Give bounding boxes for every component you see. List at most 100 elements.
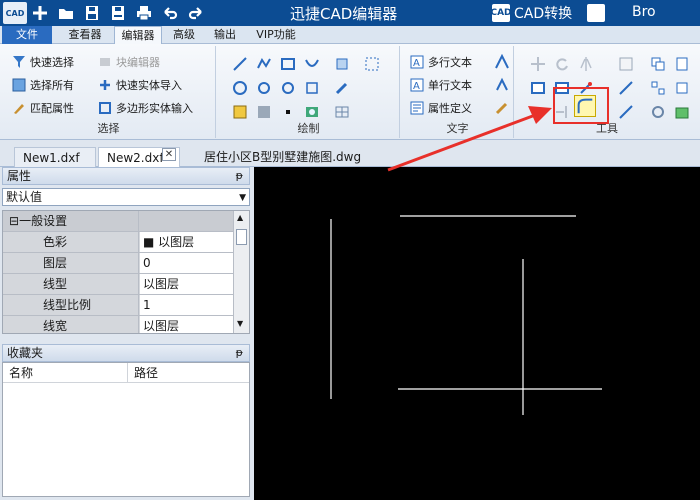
- category-label: 一般设置: [19, 214, 68, 228]
- property-value[interactable]: 以图层: [140, 316, 233, 333]
- clean-icon[interactable]: [674, 104, 690, 120]
- circle-icon[interactable]: [232, 80, 248, 96]
- gradient-icon[interactable]: [256, 104, 272, 120]
- line-icon[interactable]: [232, 56, 248, 72]
- property-key: 图层: [3, 253, 139, 273]
- scroll-up-icon[interactable]: ▲: [237, 213, 243, 222]
- pen-icon[interactable]: [334, 80, 350, 96]
- quick-select-button[interactable]: 快速选择: [12, 54, 74, 70]
- scale-icon[interactable]: [618, 80, 634, 96]
- trim-icon[interactable]: [530, 104, 546, 120]
- tab-advanced[interactable]: 高级: [166, 26, 202, 44]
- block-editor-button[interactable]: 块编辑器: [98, 54, 160, 70]
- properties-icon[interactable]: [618, 56, 634, 72]
- scrollbar[interactable]: ▲ ▼: [233, 211, 249, 333]
- gear-icon[interactable]: [650, 104, 666, 120]
- tab-file[interactable]: 文件: [2, 26, 52, 44]
- tab-vip[interactable]: VIP功能: [248, 26, 304, 44]
- cad-convert-icon: CAD: [490, 4, 512, 22]
- text-pencil-icon[interactable]: [494, 100, 510, 116]
- property-row[interactable]: 图层 0: [3, 253, 233, 274]
- attribute-icon: [410, 101, 424, 115]
- attribute-define-label: 属性定义: [428, 102, 472, 115]
- scroll-thumb[interactable]: [236, 229, 247, 245]
- property-value[interactable]: 1: [140, 295, 233, 315]
- window-icon[interactable]: [530, 80, 546, 96]
- property-value[interactable]: 以图层: [140, 274, 233, 294]
- properties-selector[interactable]: 默认值 ▼: [2, 188, 250, 206]
- property-row[interactable]: 线型 以图层: [3, 274, 233, 295]
- pin-icon[interactable]: ᵽ: [236, 345, 243, 361]
- property-key: 线宽: [3, 316, 139, 333]
- save-as-icon[interactable]: [105, 2, 131, 24]
- paste-icon[interactable]: [674, 56, 690, 72]
- property-value[interactable]: 0: [140, 253, 233, 273]
- copy-icon[interactable]: [650, 56, 666, 72]
- arc-icon[interactable]: [280, 80, 296, 96]
- single-text-button[interactable]: A 单行文本: [410, 77, 472, 93]
- tab-output[interactable]: 输出: [206, 26, 244, 44]
- mtext-button[interactable]: A 多行文本: [410, 54, 472, 70]
- mirror-icon[interactable]: [578, 56, 594, 72]
- match-properties-button[interactable]: 匹配属性: [12, 100, 74, 116]
- collapse-icon[interactable]: ⊟: [9, 214, 19, 228]
- property-row[interactable]: 线宽 以图层: [3, 316, 233, 333]
- scroll-down-icon[interactable]: ▼: [237, 319, 243, 328]
- property-value[interactable]: ■ 以图层: [140, 232, 233, 252]
- undo-icon[interactable]: [157, 2, 183, 24]
- property-key: 线型: [3, 274, 139, 294]
- redo-icon[interactable]: [183, 2, 209, 24]
- save-icon[interactable]: [79, 2, 105, 24]
- select-group-label: 选择: [97, 122, 120, 135]
- hatch-fill-icon[interactable]: [232, 104, 248, 120]
- column-path[interactable]: 路径: [127, 363, 158, 383]
- chamfer-icon[interactable]: [618, 104, 634, 120]
- text-style-icon[interactable]: [494, 77, 510, 93]
- point-icon[interactable]: [304, 80, 320, 96]
- doc-tab-villa[interactable]: 居住小区B型别墅建施图.dwg: [196, 147, 396, 167]
- attribute-define-button[interactable]: 属性定义: [410, 100, 472, 116]
- quick-entity-import-label: 快速实体导入: [116, 79, 182, 92]
- cad-convert-label: CAD转换: [514, 6, 573, 22]
- doc-tab-new1[interactable]: New1.dxf: [14, 147, 96, 167]
- tab-editor[interactable]: 编辑器: [114, 26, 162, 44]
- print-icon[interactable]: [131, 2, 157, 24]
- category-row[interactable]: ⊟一般设置: [3, 211, 233, 232]
- menu-bar: 文件 查看器 编辑器 高级 输出 VIP功能: [0, 26, 700, 44]
- quick-entity-import-button[interactable]: 快速实体导入: [98, 77, 182, 93]
- dot-icon[interactable]: [280, 104, 296, 120]
- draw-group-label: 绘制: [297, 122, 320, 135]
- drawing: [330, 215, 602, 415]
- drawing-canvas[interactable]: [254, 167, 700, 500]
- explode-icon[interactable]: [674, 80, 690, 96]
- polygon-entity-input-button[interactable]: 多边形实体输入: [98, 100, 193, 116]
- rectangle-icon[interactable]: [280, 56, 296, 72]
- text-edit-icon[interactable]: [494, 53, 510, 70]
- hatch-icon[interactable]: [364, 56, 380, 72]
- single-text-label: 单行文本: [428, 79, 472, 92]
- image-icon[interactable]: [304, 104, 320, 120]
- app-logo[interactable]: CAD: [3, 2, 27, 24]
- new-icon[interactable]: [27, 2, 53, 24]
- insert-block-icon[interactable]: [334, 56, 350, 72]
- pin-icon[interactable]: ᵽ: [236, 168, 243, 184]
- ellipse-icon[interactable]: [256, 80, 272, 96]
- cad-convert-button[interactable]: CAD CAD转换: [490, 3, 573, 23]
- favorites-header: 收藏夹 ᵽ: [2, 344, 250, 362]
- property-row[interactable]: 线型比例 1: [3, 295, 233, 316]
- tab-close-button[interactable]: ✕: [162, 148, 176, 161]
- array-icon[interactable]: [650, 80, 666, 96]
- open-icon[interactable]: [53, 2, 79, 24]
- polyline-icon[interactable]: [256, 56, 272, 72]
- user-name[interactable]: Bro: [632, 4, 656, 20]
- tab-viewer[interactable]: 查看器: [60, 26, 110, 44]
- rotate-icon[interactable]: [554, 56, 570, 72]
- column-name[interactable]: 名称: [9, 363, 33, 383]
- user-icon[interactable]: [587, 4, 605, 22]
- select-all-button[interactable]: 选择所有: [12, 77, 74, 93]
- move-icon[interactable]: [530, 56, 546, 72]
- draw-group: 绘制: [218, 46, 400, 138]
- table-icon[interactable]: [334, 104, 350, 120]
- property-row[interactable]: 色彩 ■ 以图层: [3, 232, 233, 253]
- spline-icon[interactable]: [304, 56, 320, 72]
